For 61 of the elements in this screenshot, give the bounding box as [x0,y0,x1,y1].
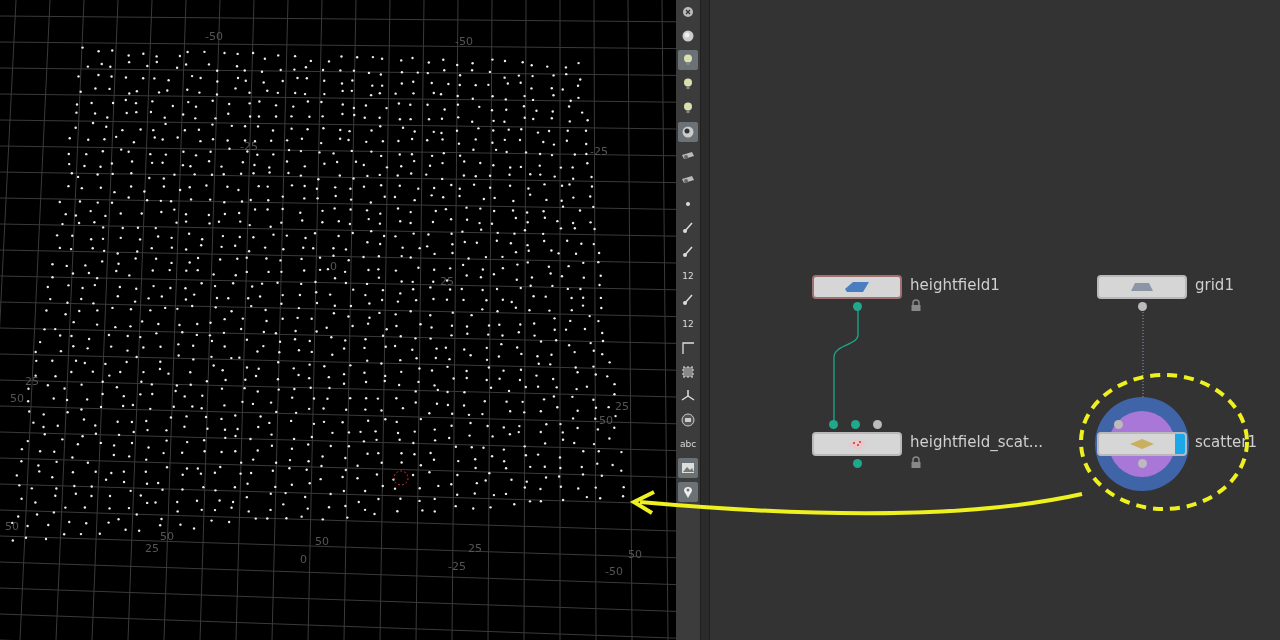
grid-label: 50 [628,548,642,561]
axes-icon [681,389,695,403]
tool-button[interactable]: 12 [678,266,698,286]
disc-icon [681,413,695,427]
grid-label: 0 [300,553,307,566]
grid-label: 25 [468,542,482,555]
node-name: heightfield1 [910,275,1000,295]
grid-label: 25 [440,275,454,288]
input-connector[interactable] [829,420,838,429]
grid-label: -25 [448,560,466,573]
node-tile[interactable] [1097,275,1187,299]
grid-label: 25 [25,375,39,388]
tool-button[interactable] [678,50,698,70]
grid-label: -50 [595,414,613,427]
input-connector[interactable] [873,420,882,429]
grid-label: -50 [205,30,223,43]
input-connector[interactable] [1114,420,1123,429]
lightbulb-icon [681,101,695,115]
plane-icon [1129,282,1155,292]
sphere-icon [681,29,695,43]
grid-label: 50 [315,535,329,548]
text-tool[interactable]: abc [678,434,698,454]
grid-label: 0 [330,260,337,273]
grid-label: -50 [605,565,623,578]
input-connector[interactable] [851,420,860,429]
grid-label: -50 [455,35,473,48]
tool-button[interactable] [678,410,698,430]
node-name: grid1 [1195,275,1234,295]
output-connector[interactable] [853,459,862,468]
grid-label: -25 [240,140,258,153]
grid-label: 25 [145,542,159,555]
output-connector[interactable] [853,302,862,311]
pen-icon [681,293,695,307]
grid-label: -25 [590,145,608,158]
picture-icon [681,461,695,475]
sphere-icon [681,125,695,139]
grid-label: 50 [5,520,19,533]
tool-button[interactable]: 12 [678,314,698,334]
tool-button[interactable] [678,122,698,142]
grid-label: 50 [10,392,24,405]
node-name: scatter1 [1195,432,1257,452]
pin-icon [681,485,695,499]
lightbulb-icon [681,53,695,67]
grid-label: 50 [160,530,174,543]
pen-icon [681,221,695,235]
node-tile[interactable] [1097,432,1187,456]
lock-icon [910,299,922,311]
node-name: heightfield_scat... [910,432,1044,452]
lightbulb-icon [681,77,695,91]
output-connector[interactable] [1138,302,1147,311]
grid-label: 25 [615,400,629,413]
corner-icon [681,341,695,355]
close-icon [681,5,695,19]
node-tile[interactable] [812,432,902,456]
bounding-box-icon [681,365,695,379]
tool-button[interactable] [678,482,698,502]
pen-icon [681,245,695,259]
terrain-icon [844,281,870,293]
tool-button[interactable] [678,458,698,478]
node-tile[interactable] [812,275,902,299]
lock-icon [910,456,922,468]
